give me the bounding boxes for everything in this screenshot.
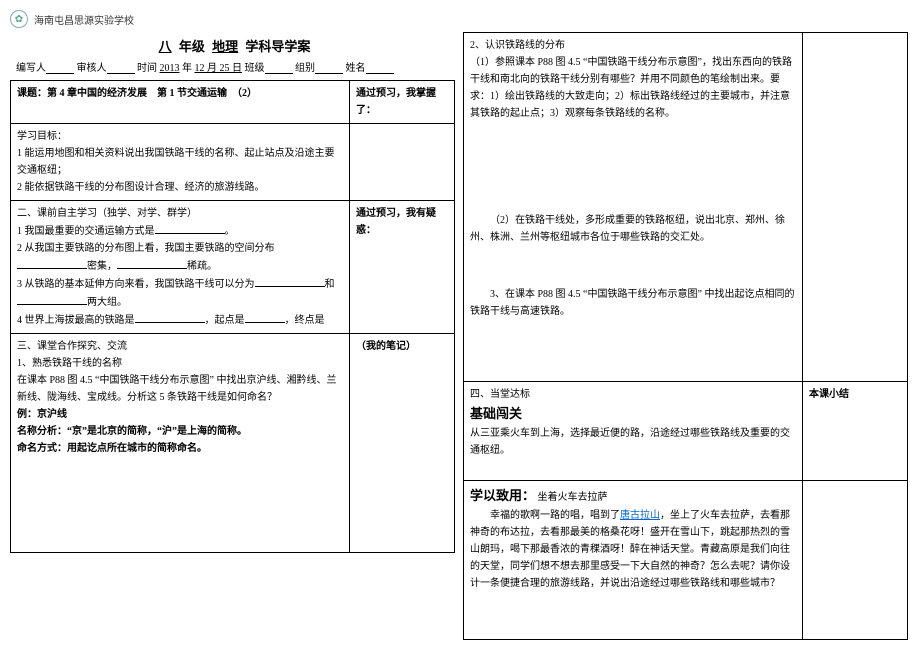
class-blank[interactable]	[265, 61, 293, 74]
quiz-cell: 四、当堂达标 基础闯关 从三亚乘火车到上海，选择最近便的路，沿途经过哪些铁路线及…	[464, 382, 803, 481]
apply-paragraph: 幸福的歌啊一路的唱，唱到了唐古拉山，坐上了火车去拉萨，去看那神奇的布达拉，去看那…	[470, 507, 796, 592]
page-right: 2、认识铁路线的分布 （1）参照课本 P88 图 4.5 “中国铁路干线分布示意…	[463, 32, 908, 640]
group-blank[interactable]	[315, 61, 343, 74]
name-blank[interactable]	[366, 61, 394, 74]
grade: 八	[155, 39, 176, 54]
table-row: 学习目标： 1 能运用地图和相关资料说出我国铁路干线的名称、起止站点及沿途主要交…	[11, 124, 455, 201]
blank-space	[470, 122, 796, 212]
school-name: 海南屯昌思源实验学校	[34, 12, 134, 27]
worksheet-table-right: 2、认识铁路线的分布 （1）参照课本 P88 图 4.5 “中国铁路干线分布示意…	[463, 32, 908, 640]
fill-blank[interactable]	[155, 222, 225, 234]
blank-space	[470, 246, 796, 286]
preview-mastered-cell: 通过预习，我掌握了：	[350, 81, 455, 124]
table-row: 二、课前自主学习（独学、对学、群学） 1 我国最重要的交通运输方式是。 2 从我…	[11, 201, 455, 334]
recognize-cell: 2、认识铁路线的分布 （1）参照课本 P88 图 4.5 “中国铁路干线分布示意…	[464, 33, 803, 382]
writer-blank[interactable]	[46, 61, 74, 74]
goals-cell: 学习目标： 1 能运用地图和相关资料说出我国铁路干线的名称、起止站点及沿途主要交…	[11, 124, 350, 201]
doc-title: 八 年级 地理 学科导学案	[10, 36, 455, 55]
reviewer-blank[interactable]	[107, 61, 135, 74]
fill-blank[interactable]	[255, 275, 325, 287]
apply-cell: 学以致用： 坐着火车去拉萨 幸福的歌啊一路的唱，唱到了唐古拉山，坐上了火车去拉萨…	[464, 481, 803, 640]
fill-blank[interactable]	[245, 311, 285, 323]
preview-doubt-cell: 通过预习，我有疑惑：	[350, 201, 455, 334]
table-row: 三、课堂合作探究、交流 1、熟悉铁路干线的名称 在课本 P88 图 4.5 “中…	[11, 334, 455, 553]
page-left: 八 年级 地理 学科导学案 编写人 审核人 时间 2013 年 12 月 25 …	[10, 32, 455, 640]
fill-blank[interactable]	[117, 257, 187, 269]
topic-cell: 课题：第 4 章中国的经济发展 第 1 节交通运输 （2）	[11, 81, 350, 124]
fill-blank[interactable]	[135, 311, 205, 323]
page-header: ✿ 海南屯昌思源实验学校	[10, 10, 910, 28]
prestudy-cell: 二、课前自主学习（独学、对学、群学） 1 我国最重要的交通运输方式是。 2 从我…	[11, 201, 350, 334]
worksheet-table-left: 课题：第 4 章中国的经济发展 第 1 节交通运输 （2） 通过预习，我掌握了：…	[10, 80, 455, 553]
tanggula-link[interactable]: 唐古拉山	[620, 510, 660, 521]
subject: 地理	[208, 39, 242, 54]
notes-cell: （我的笔记）	[350, 334, 455, 553]
right-blank-cell	[350, 124, 455, 201]
right-blank-cell	[803, 33, 908, 382]
meta-line: 编写人 审核人 时间 2013 年 12 月 25 日 班级 组别 姓名	[16, 59, 455, 74]
table-row: 学以致用： 坐着火车去拉萨 幸福的歌啊一路的唱，唱到了唐古拉山，坐上了火车去拉萨…	[464, 481, 908, 640]
right-blank-cell	[803, 481, 908, 640]
fill-blank[interactable]	[17, 257, 87, 269]
table-row: 课题：第 4 章中国的经济发展 第 1 节交通运输 （2） 通过预习，我掌握了：	[11, 81, 455, 124]
explore-cell: 三、课堂合作探究、交流 1、熟悉铁路干线的名称 在课本 P88 图 4.5 “中…	[11, 334, 350, 553]
summary-cell: 本课小结	[803, 382, 908, 481]
table-row: 2、认识铁路线的分布 （1）参照课本 P88 图 4.5 “中国铁路干线分布示意…	[464, 33, 908, 382]
school-logo-icon: ✿	[10, 10, 28, 28]
page-container: 八 年级 地理 学科导学案 编写人 审核人 时间 2013 年 12 月 25 …	[10, 32, 910, 640]
table-row: 四、当堂达标 基础闯关 从三亚乘火车到上海，选择最近便的路，沿途经过哪些铁路线及…	[464, 382, 908, 481]
fill-blank[interactable]	[17, 293, 87, 305]
